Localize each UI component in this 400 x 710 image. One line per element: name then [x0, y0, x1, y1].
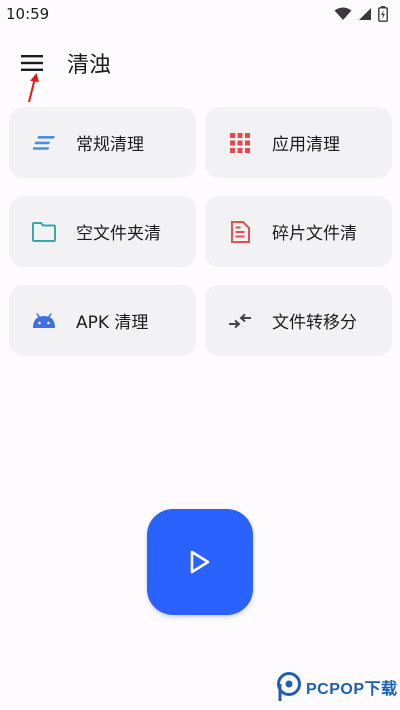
- apps-grid-icon: [227, 130, 253, 156]
- document-icon: [227, 219, 253, 245]
- card-label: 文件转移分: [272, 313, 357, 333]
- card-label: APK 清理: [76, 313, 149, 333]
- start-button[interactable]: [147, 509, 253, 615]
- app-title: 清浊: [67, 53, 112, 78]
- card-empty-folder-clean[interactable]: 空文件夹清: [9, 196, 196, 267]
- watermark: PCPOP下载: [276, 672, 398, 702]
- pcpop-logo-icon: [277, 672, 301, 701]
- status-bar: 10:59: [0, 0, 400, 28]
- play-icon: [190, 550, 210, 574]
- app-bar: 清浊: [0, 40, 400, 86]
- card-label: 应用清理: [272, 135, 340, 155]
- card-label: 空文件夹清: [76, 224, 161, 244]
- card-app-clean[interactable]: 应用清理: [205, 107, 392, 178]
- android-icon: [31, 308, 57, 334]
- wifi-icon: [334, 7, 352, 20]
- status-time: 10:59: [6, 5, 50, 23]
- annotation-arrow-icon: [28, 73, 39, 103]
- card-file-transfer[interactable]: 文件转移分: [205, 285, 392, 356]
- card-fragment-file-clean[interactable]: 碎片文件清: [205, 196, 392, 267]
- cleaner-options-grid: 常规清理 应用清理 空文件夹清 碎片文件清 APK 清理 文件转移分: [9, 107, 392, 356]
- card-label: 碎片文件清: [272, 224, 357, 244]
- card-label: 常规清理: [76, 135, 144, 155]
- lines-icon: [31, 130, 57, 156]
- watermark-text: PCPOP下载: [306, 681, 398, 698]
- card-apk-clean[interactable]: APK 清理: [9, 285, 196, 356]
- folder-icon: [31, 219, 57, 245]
- menu-icon: [21, 55, 43, 71]
- cell-signal-icon: [359, 8, 371, 20]
- transfer-arrows-icon: [227, 308, 253, 334]
- card-regular-clean[interactable]: 常规清理: [9, 107, 196, 178]
- battery-icon: [378, 6, 388, 22]
- status-icons: [334, 6, 388, 22]
